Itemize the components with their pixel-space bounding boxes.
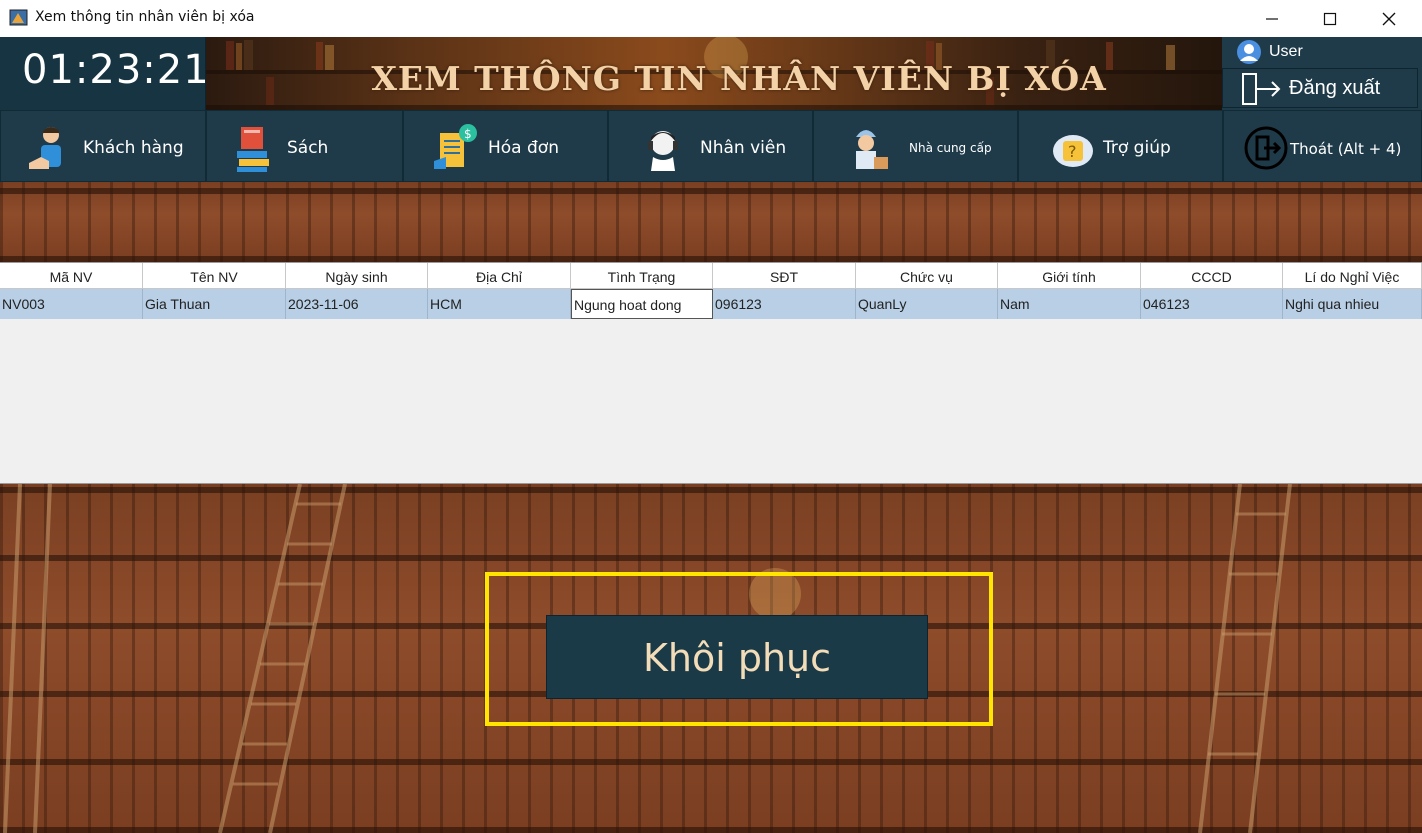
user-panel: User Đăng xuất	[1222, 37, 1422, 110]
decorative-bookshelf-top	[0, 182, 1422, 262]
supplier-icon	[856, 130, 888, 169]
column-header[interactable]: Lí do Nghỉ Việc	[1283, 263, 1422, 289]
minimize-icon	[1266, 18, 1278, 20]
banner: XEM THÔNG TIN NHÂN VIÊN BỊ XÓA	[206, 37, 1222, 110]
column-header[interactable]: Ngày sinh	[286, 263, 428, 289]
menu-invoices[interactable]: $ Hóa đơn	[403, 110, 608, 182]
table-cell[interactable]: Nghi qua nhieu	[1283, 289, 1422, 319]
main-menu: Khách hàng Sách $ Hóa đơn Nhân viên Nhà …	[0, 110, 1422, 182]
logout-button[interactable]: Đăng xuất	[1222, 68, 1418, 108]
close-icon	[1382, 12, 1396, 26]
table-cell[interactable]: 046123	[1141, 289, 1283, 319]
menu-label: Sách	[287, 138, 329, 158]
menu-label: Thoát (Alt + 4)	[1290, 140, 1402, 158]
close-button[interactable]	[1360, 0, 1418, 37]
clock-panel: 01:23:21	[0, 37, 209, 110]
column-header[interactable]: Địa Chỉ	[428, 263, 571, 289]
menu-suppliers[interactable]: Nhà cung cấp	[813, 110, 1018, 182]
application-window: Xem thông tin nhân viên bị xóa 01:23:21	[0, 0, 1422, 833]
menu-label: Hóa đơn	[488, 138, 559, 158]
menu-label: Nhà cung cấp	[909, 141, 992, 155]
menu-label: Trợ giúp	[1103, 138, 1171, 158]
menu-books[interactable]: Sách	[206, 110, 403, 182]
column-header[interactable]: Chức vụ	[856, 263, 998, 289]
deleted-employees-table[interactable]: Mã NV Tên NV Ngày sinh Địa Chỉ Tình Trạn…	[0, 262, 1422, 484]
window-title: Xem thông tin nhân viên bị xóa	[35, 9, 255, 25]
column-header[interactable]: CCCD	[1141, 263, 1283, 289]
svg-text:$: $	[464, 127, 472, 141]
restore-button[interactable]: Khôi phục	[546, 615, 928, 699]
menu-employees[interactable]: Nhân viên	[608, 110, 813, 182]
column-header[interactable]: SĐT	[713, 263, 856, 289]
column-header[interactable]: Mã NV	[0, 263, 143, 289]
menu-help[interactable]: ? Trợ giúp	[1018, 110, 1223, 182]
menu-label: Khách hàng	[83, 138, 184, 158]
customer-icon	[29, 127, 61, 169]
user-name: User	[1269, 43, 1303, 60]
column-header[interactable]: Tên NV	[143, 263, 286, 289]
table-cell-focused[interactable]: Ngung hoat dong	[571, 289, 713, 319]
restore-button-label: Khôi phục	[642, 636, 832, 680]
minimize-button[interactable]	[1243, 0, 1301, 37]
exit-icon	[1244, 126, 1288, 170]
menu-customers[interactable]: Khách hàng	[0, 110, 206, 182]
column-header[interactable]: Tình Trạng	[571, 263, 713, 289]
table-cell[interactable]: 096123	[713, 289, 856, 319]
employee-icon	[648, 131, 678, 171]
user-avatar-icon	[1237, 40, 1261, 64]
page-title: XEM THÔNG TIN NHÂN VIÊN BỊ XÓA	[371, 59, 1107, 98]
table-cell[interactable]: NV003	[0, 289, 143, 319]
table-header: Mã NV Tên NV Ngày sinh Địa Chỉ Tình Trạn…	[0, 263, 1422, 289]
header: 01:23:21 XEM THÔNG TIN NHÂN VIÊN BỊ XÓA	[0, 37, 1422, 110]
user-info: User	[1235, 39, 1415, 65]
invoice-icon: $	[434, 124, 477, 169]
table-cell[interactable]: Nam	[998, 289, 1141, 319]
logout-icon	[1242, 73, 1281, 105]
maximize-button[interactable]	[1301, 0, 1359, 37]
table-row[interactable]: NV003 Gia Thuan 2023-11-06 HCM Ngung hoa…	[0, 289, 1422, 319]
clock: 01:23:21	[22, 47, 210, 93]
app-icon	[9, 9, 28, 26]
help-icon: ?	[1053, 135, 1093, 167]
column-header[interactable]: Giới tính	[998, 263, 1141, 289]
title-bar: Xem thông tin nhân viên bị xóa	[0, 0, 1422, 37]
svg-text:?: ?	[1068, 142, 1077, 161]
table-cell[interactable]: Gia Thuan	[143, 289, 286, 319]
table-cell[interactable]: QuanLy	[856, 289, 998, 319]
logout-label: Đăng xuất	[1289, 77, 1381, 99]
books-icon	[237, 127, 269, 172]
table-cell[interactable]: HCM	[428, 289, 571, 319]
menu-exit[interactable]: Thoát (Alt + 4)	[1223, 110, 1422, 182]
menu-label: Nhân viên	[700, 138, 787, 158]
table-cell[interactable]: 2023-11-06	[286, 289, 428, 319]
maximize-icon	[1323, 12, 1337, 26]
